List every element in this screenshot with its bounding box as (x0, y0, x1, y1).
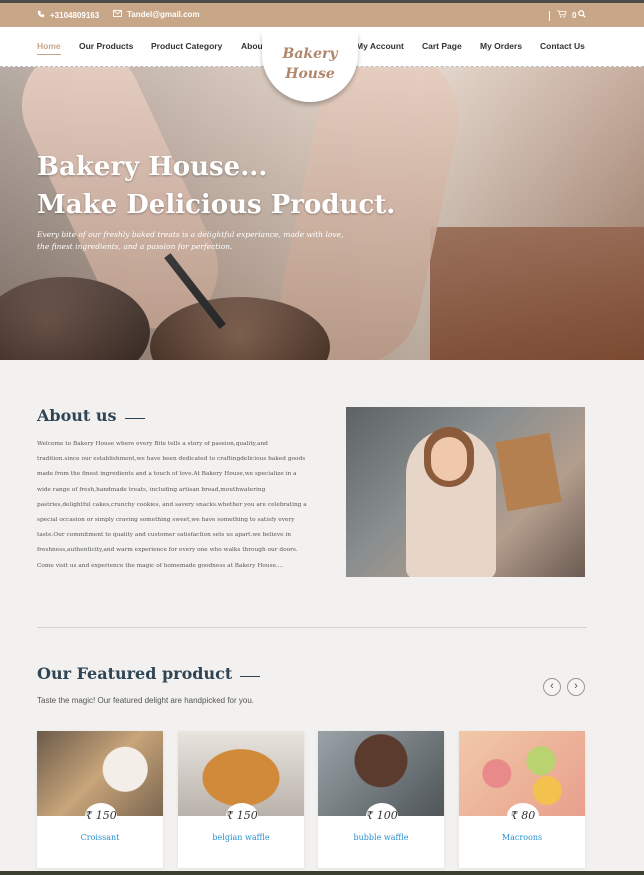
footer-edge (0, 871, 644, 875)
cart-button[interactable]: 0 (557, 10, 576, 20)
section-divider (37, 627, 587, 628)
product-price: ₹ 100 (366, 803, 398, 829)
product-card[interactable]: ₹ 100 bubble waffle (318, 731, 444, 868)
hero-banner: Bakery House... Make Delicious Product. … (0, 67, 644, 360)
search-button[interactable] (578, 10, 586, 20)
topbar-divider (549, 11, 550, 21)
product-name-link[interactable]: Croissant (37, 833, 163, 842)
product-card[interactable]: ₹ 80 Macroons (459, 731, 585, 868)
about-photo (346, 407, 585, 577)
top-bar: +3104809163 Tandel@gmail.com 0 (0, 0, 644, 27)
chevron-left-icon: ‹ (550, 680, 554, 692)
nav-product-category[interactable]: Product Category (151, 41, 222, 51)
logo-text-line1: Bakery (282, 46, 338, 62)
phone-icon (37, 10, 45, 20)
cart-count: 0 (572, 10, 577, 20)
phone-contact[interactable]: +3104809163 (37, 10, 99, 20)
product-card[interactable]: ₹ 150 belgian waffle (178, 731, 304, 868)
photo-paper-bag (495, 432, 562, 512)
about-paragraph: Welcome to Bakery House where every Bite… (37, 441, 307, 569)
carousel-next-button[interactable]: › (567, 678, 585, 696)
logo-text-line2: House (285, 66, 335, 82)
product-card[interactable]: ₹ 150 Croissant (37, 731, 163, 868)
product-name-link[interactable]: Macroons (459, 833, 585, 842)
featured-subtitle: Taste the magic! Our featured delight ar… (37, 696, 255, 705)
hero-title-line1: Bakery House... (37, 152, 268, 182)
featured-heading: Our Featured product (37, 664, 261, 683)
about-heading-text: About us (37, 406, 117, 425)
photo-face (431, 437, 467, 481)
nav-my-account[interactable]: My Account (356, 41, 404, 51)
nav-home[interactable]: Home (37, 41, 61, 55)
product-price: ₹ 150 (226, 803, 258, 829)
product-name-link[interactable]: bubble waffle (318, 833, 444, 842)
nav-my-orders[interactable]: My Orders (480, 41, 522, 51)
product-name-link[interactable]: belgian waffle (178, 833, 304, 842)
search-icon (578, 10, 586, 20)
nav-contact-us[interactable]: Contact Us (540, 41, 585, 51)
mail-icon (113, 10, 122, 19)
product-price: ₹ 80 (507, 803, 539, 829)
product-price: ₹ 150 (85, 803, 117, 829)
heading-underline (240, 676, 261, 677)
about-heading: About us (37, 406, 145, 425)
chevron-right-icon: › (574, 680, 578, 692)
heading-underline (124, 418, 145, 419)
hero-title-line2: Make Delicious Product. (37, 190, 396, 220)
email-contact[interactable]: Tandel@gmail.com (113, 10, 200, 19)
featured-heading-text: Our Featured product (37, 664, 233, 683)
email-address: Tandel@gmail.com (127, 10, 200, 19)
phone-number: +3104809163 (50, 10, 100, 20)
cart-icon (557, 10, 567, 20)
nav-cart-page[interactable]: Cart Page (422, 41, 462, 51)
hero-subtitle: Every bite of our freshly baked treats i… (37, 230, 344, 251)
nav-our-products[interactable]: Our Products (79, 41, 133, 51)
carousel-prev-button[interactable]: ‹ (543, 678, 561, 696)
